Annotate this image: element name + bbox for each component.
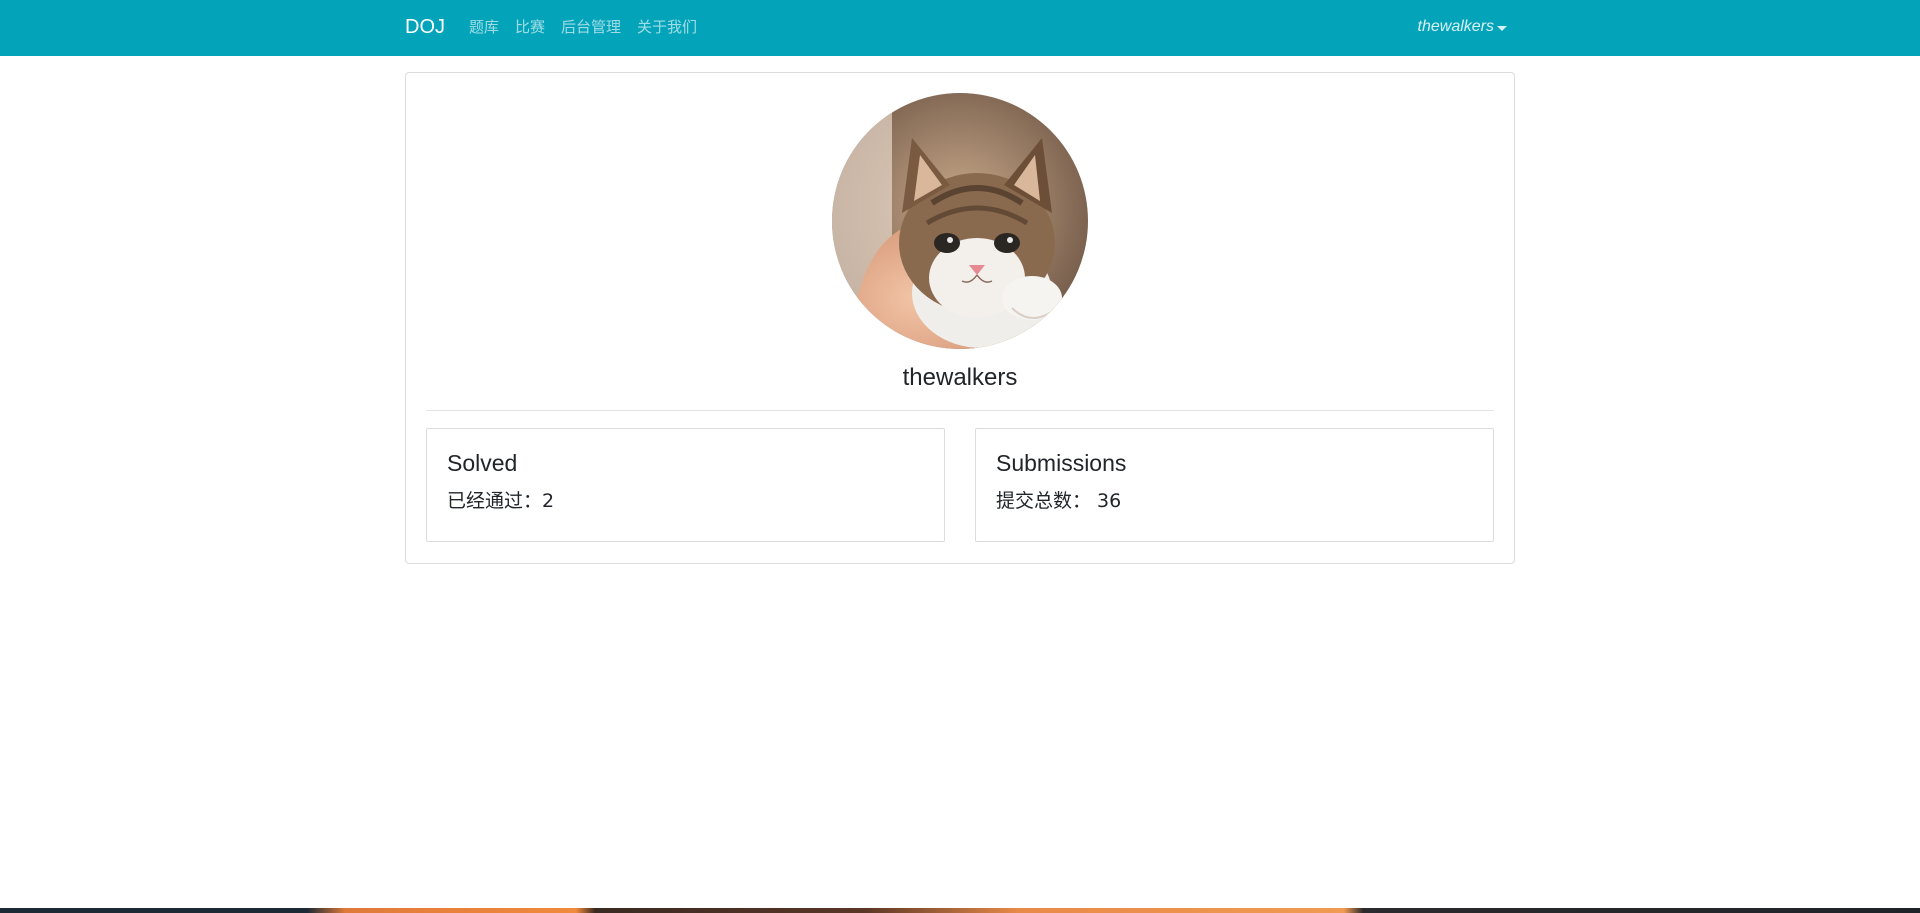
navbar-container: DOJ 题库 比赛 后台管理 关于我们 thewalkers	[405, 0, 1515, 56]
brand-logo[interactable]: DOJ	[405, 14, 445, 40]
user-dropdown[interactable]: thewalkers	[1418, 17, 1507, 37]
nav-links: 题库 比赛 后台管理 关于我们	[469, 17, 705, 37]
kitten-avatar-image	[832, 93, 1088, 349]
submissions-title: Submissions	[996, 450, 1127, 476]
submissions-card: Submissions 提交总数： 36	[975, 428, 1494, 542]
solved-card: Solved 已经通过：2	[426, 428, 945, 542]
nav-link-about[interactable]: 关于我们	[629, 17, 705, 37]
divider	[426, 410, 1494, 411]
nav-link-problems[interactable]: 题库	[469, 17, 507, 37]
solved-count: 已经通过：2	[447, 490, 555, 512]
nav-link-contests[interactable]: 比赛	[507, 17, 553, 37]
profile-card: thewalkers Solved 已经通过：2 Submissions 提交总…	[405, 72, 1515, 564]
nav-link-admin[interactable]: 后台管理	[553, 17, 629, 37]
submissions-count: 提交总数： 36	[996, 490, 1122, 512]
user-dropdown-label: thewalkers	[1417, 18, 1494, 35]
avatar	[832, 93, 1088, 349]
caret-down-icon	[1497, 25, 1507, 31]
top-navbar: DOJ 题库 比赛 后台管理 关于我们 thewalkers	[0, 0, 1920, 56]
profile-username: thewalkers	[902, 364, 1018, 391]
desktop-wallpaper-strip	[0, 908, 1920, 913]
solved-title: Solved	[447, 450, 518, 476]
